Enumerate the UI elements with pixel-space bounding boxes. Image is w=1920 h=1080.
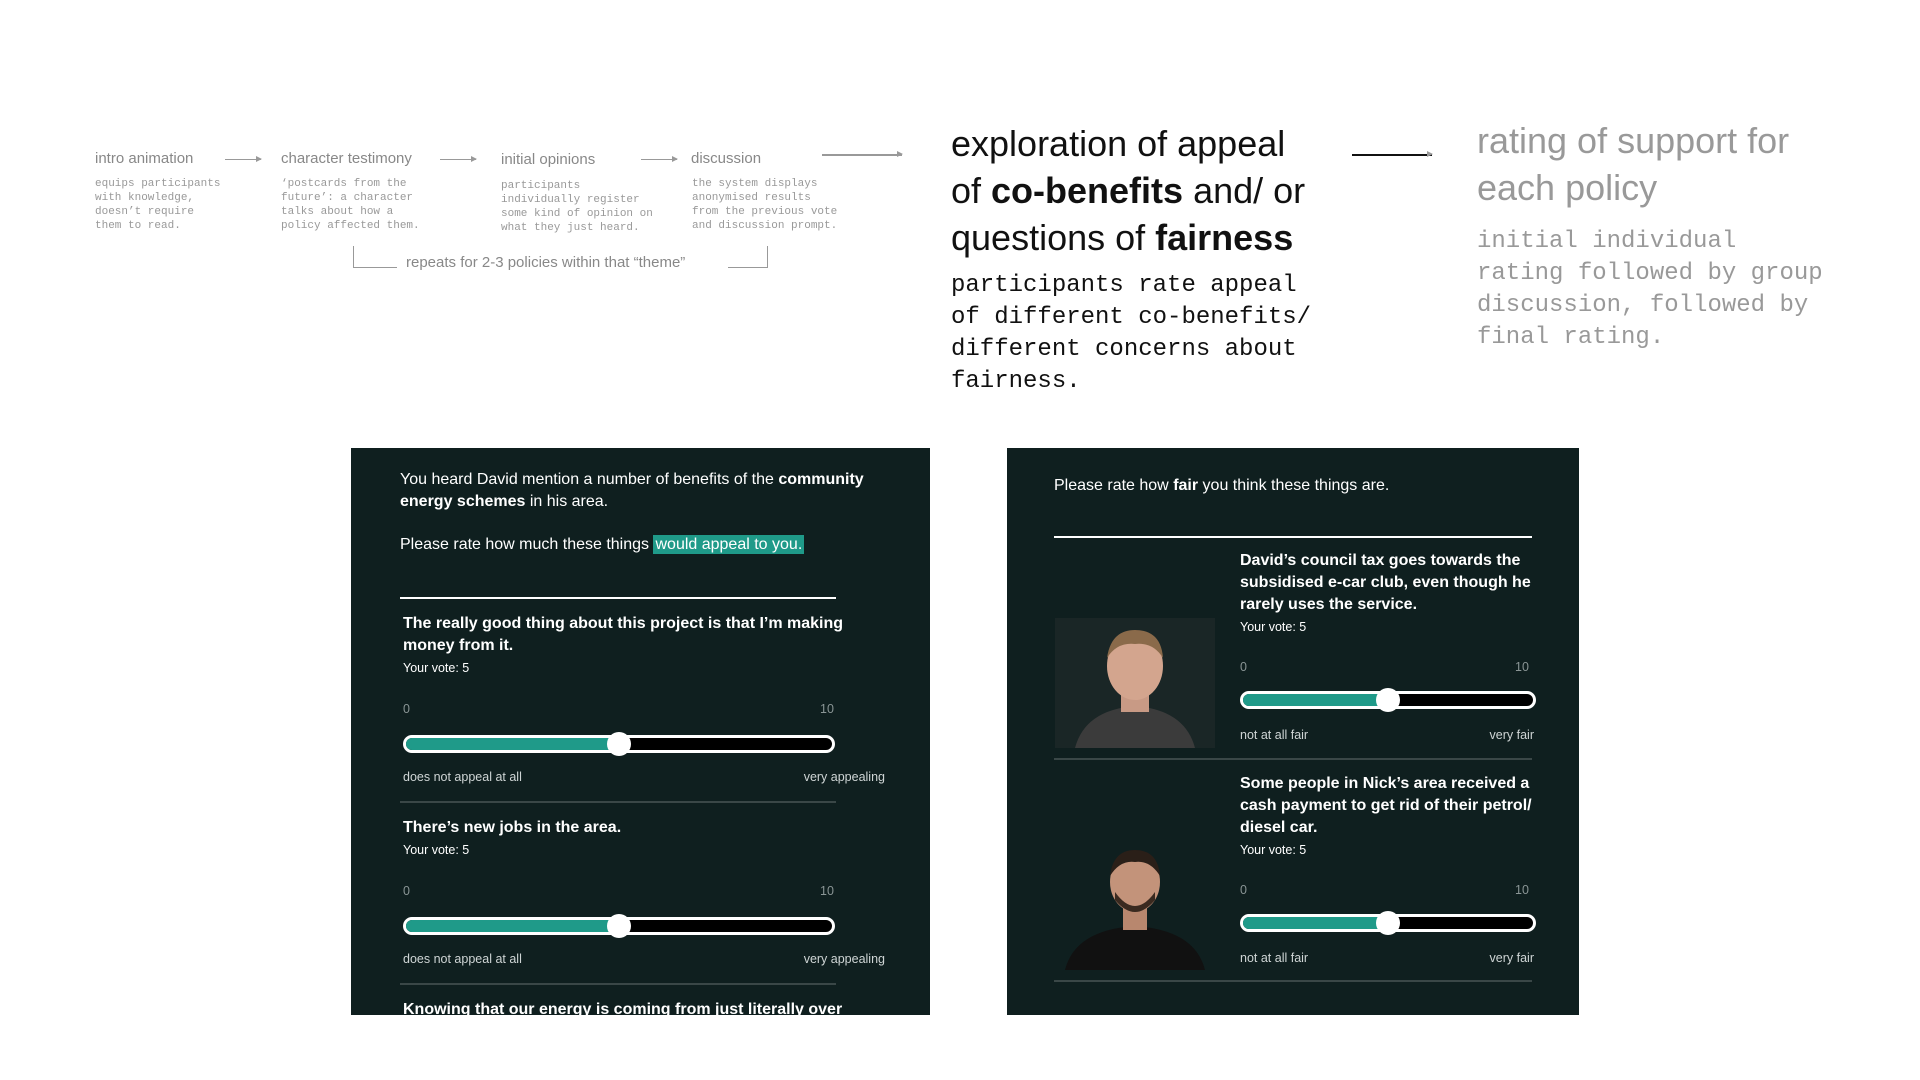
rating-title: rating of support for each policy (1477, 120, 1790, 208)
slider-high-label: very fair (1489, 951, 1534, 965)
loop-bracket-left (353, 246, 397, 268)
fair-statement: Some people in Nick’s area received a ca… (1240, 775, 1532, 836)
slider-thumb[interactable] (607, 914, 631, 938)
appeal-statement: The really good thing about this project… (403, 615, 844, 654)
arrow-icon (822, 151, 903, 157)
fairness-slider[interactable] (1240, 688, 1536, 712)
step-desc: participants individually register some … (501, 180, 653, 234)
divider (400, 801, 836, 803)
vote-readout: Your vote: 5 (1240, 843, 1307, 857)
fairness-slider[interactable] (1240, 911, 1536, 935)
fairness-rating-panel: Please rate how fair you think these thi… (1007, 448, 1579, 1015)
exploration-title: exploration of appeal of co-benefits and… (951, 123, 1306, 258)
appeal-statement: Knowing that our energy is coming from j… (403, 1001, 843, 1015)
divider (1054, 536, 1532, 538)
slider-max: 10 (820, 702, 834, 716)
divider (1054, 980, 1532, 982)
step-intro-animation: intro animation (95, 150, 194, 167)
slider-thumb[interactable] (1376, 911, 1400, 935)
slider-thumb[interactable] (1376, 688, 1400, 712)
slider-high-label: very fair (1489, 728, 1534, 742)
slider-thumb[interactable] (607, 732, 631, 756)
vote-readout: Your vote: 5 (403, 661, 470, 675)
slider-fill (406, 738, 619, 750)
slider-min: 0 (1240, 660, 1247, 674)
nick-portrait (1055, 840, 1215, 970)
divider (1054, 758, 1532, 760)
slider-max: 10 (1515, 883, 1529, 897)
slider-low-label: does not appeal at all (403, 952, 522, 966)
step-desc: ‘postcards from the future’: a character… (281, 178, 420, 232)
repeat-note: repeats for 2-3 policies within that “th… (406, 254, 686, 271)
slider-low-label: does not appeal at all (403, 770, 522, 784)
appeal-intro: You heard David mention a number of bene… (400, 471, 864, 510)
slider-min: 0 (403, 884, 410, 898)
step-discussion: discussion (691, 150, 762, 167)
appeal-statement: There’s new jobs in the area. (403, 819, 622, 836)
slider-max: 10 (1515, 660, 1529, 674)
appeal-prompt: Please rate how much these things would … (400, 535, 805, 554)
loop-bracket-right (728, 246, 768, 268)
arrow-icon (641, 156, 678, 162)
fair-statement: David’s council tax goes towards the sub… (1240, 552, 1531, 613)
slider-min: 0 (1240, 883, 1247, 897)
slider-fill (1243, 917, 1388, 929)
exploration-desc: participants rate appeal of different co… (951, 272, 1312, 395)
appeal-slider[interactable] (403, 732, 835, 756)
appeal-rating-panel: You heard David mention a number of bene… (351, 448, 930, 1015)
slider-max: 10 (820, 884, 834, 898)
slider-low-label: not at all fair (1240, 951, 1309, 965)
vote-readout: Your vote: 5 (1240, 620, 1307, 634)
arrow-icon (225, 156, 262, 162)
step-initial-opinions: initial opinions (501, 151, 596, 168)
fair-prompt: Please rate how fair you think these thi… (1054, 477, 1390, 494)
step-desc: equips participants with knowledge, does… (95, 178, 221, 232)
divider (400, 983, 836, 985)
appeal-slider[interactable] (403, 914, 835, 938)
slider-fill (406, 920, 619, 932)
slider-low-label: not at all fair (1240, 728, 1309, 742)
vote-readout: Your vote: 5 (403, 843, 470, 857)
slider-fill (1243, 694, 1388, 706)
step-character-testimony: character testimony (281, 150, 412, 167)
slider-min: 0 (403, 702, 410, 716)
step-desc: the system displays anonymised results f… (692, 178, 838, 232)
arrow-icon (440, 156, 477, 162)
slider-high-label: very appealing (803, 952, 885, 966)
slider-high-label: very appealing (803, 770, 885, 784)
divider (400, 597, 836, 599)
arrow-icon (1352, 151, 1433, 157)
rating-desc: initial individual rating followed by gr… (1477, 228, 1823, 351)
david-portrait (1055, 618, 1215, 748)
